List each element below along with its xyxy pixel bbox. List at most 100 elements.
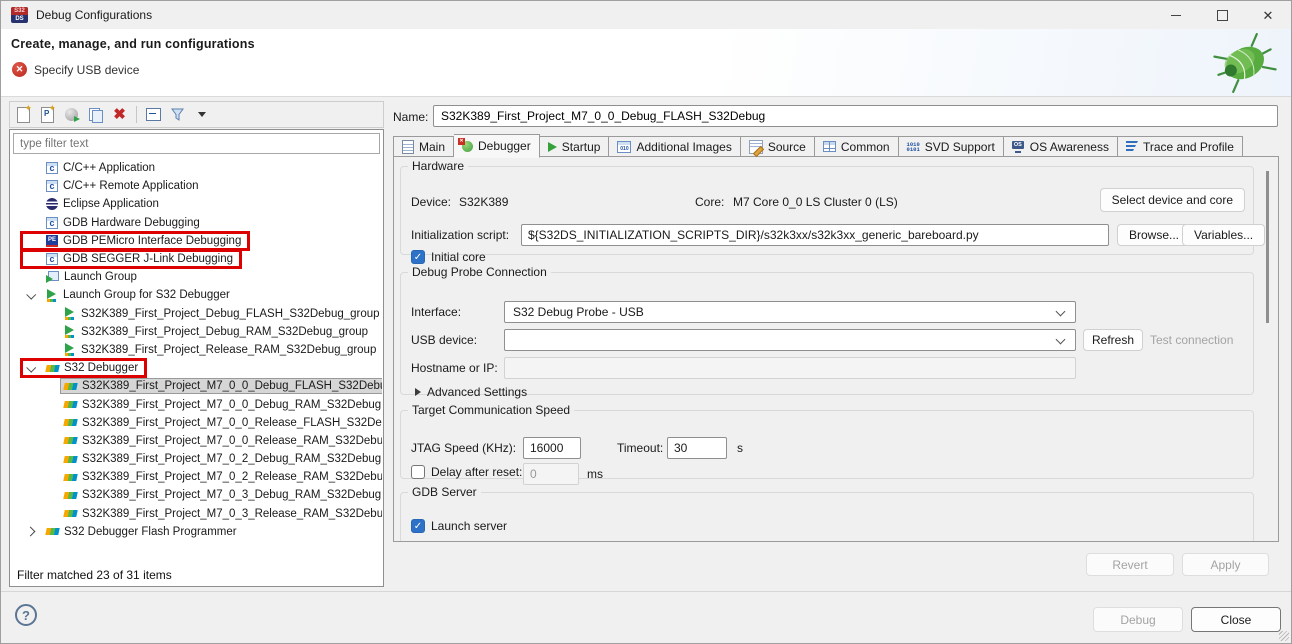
jtag-speed-input[interactable] <box>523 437 581 459</box>
window-title: Debug Configurations <box>36 8 152 22</box>
select-device-and-core-button[interactable]: Select device and core <box>1100 188 1245 212</box>
tree-row[interactable]: S32K389_First_Project_M7_0_0_Release_RAM… <box>10 432 382 450</box>
tree-item-label: Eclipse Application <box>63 198 159 210</box>
tab-additional-images[interactable]: Additional Images <box>609 136 740 157</box>
tab-debugger[interactable]: Debugger <box>454 134 540 158</box>
tree-row[interactable]: Launch Group <box>10 268 382 286</box>
new-launch-configuration-prototype-button[interactable] <box>39 106 56 123</box>
tree-row[interactable]: GDB PEMicro Interface Debugging <box>10 232 382 250</box>
tab-svd-support[interactable]: SVD Support <box>899 136 1004 157</box>
maximize-icon <box>1217 10 1228 21</box>
minimize-button[interactable] <box>1153 1 1199 29</box>
tree-item-label: Launch Group for S32 Debugger <box>63 289 230 301</box>
tree-row[interactable]: S32K389_First_Project_M7_0_3_Debug_RAM_S… <box>10 486 382 504</box>
tab-error-badge <box>458 138 465 145</box>
duplicate-launch-configuration-button[interactable] <box>87 106 104 123</box>
nxp-tree-icon <box>63 456 77 463</box>
tab-label: SVD Support <box>925 140 995 154</box>
export-icon <box>65 108 78 121</box>
tab-common[interactable]: Common <box>815 136 899 157</box>
chevron-right-icon[interactable] <box>22 528 38 535</box>
filter-menu-button[interactable] <box>193 106 210 123</box>
filter-input[interactable] <box>13 133 380 154</box>
timeout-input[interactable] <box>667 437 727 459</box>
nxp-tree-icon <box>63 419 77 426</box>
test-connection-button[interactable]: Test connection <box>1138 329 1245 351</box>
tab-trace-and-profile[interactable]: Trace and Profile <box>1118 136 1243 157</box>
tree-row[interactable]: S32K389_First_Project_Release_RAM_S32Deb… <box>10 341 382 359</box>
s32group-tree-icon <box>64 307 76 320</box>
tab-startup[interactable]: Startup <box>540 136 610 157</box>
content-scrollbar[interactable] <box>1266 171 1269 323</box>
tree-row[interactable]: S32K389_First_Project_M7_0_0_Debug_RAM_S… <box>10 395 382 413</box>
advanced-settings-toggle[interactable]: Advanced Settings <box>415 385 527 399</box>
export-launch-configurations-button[interactable] <box>63 106 80 123</box>
collapse-all-button[interactable] <box>145 106 162 123</box>
launch-server-label: Launch server <box>431 519 507 533</box>
dialog-close-button[interactable]: Close <box>1191 607 1281 632</box>
tree-row[interactable]: S32K389_First_Project_Debug_RAM_S32Debug… <box>10 323 382 341</box>
tree-row[interactable]: S32K389_First_Project_Debug_FLASH_S32Deb… <box>10 305 382 323</box>
collapse-all-icon <box>146 108 161 121</box>
tree-row[interactable]: S32K389_First_Project_M7_0_0_Release_FLA… <box>10 414 382 432</box>
expand-arrow-icon <box>415 388 421 396</box>
new-launch-configuration-button[interactable] <box>15 106 32 123</box>
tree-item-label: GDB SEGGER J-Link Debugging <box>63 253 233 265</box>
close-button[interactable]: ✕ <box>1245 1 1291 29</box>
tree-row[interactable]: S32K389_First_Project_M7_0_3_Release_RAM… <box>10 505 382 523</box>
tree-item-label: S32K389_First_Project_M7_0_3_Release_RAM… <box>82 508 382 520</box>
nxp-tree-icon <box>63 401 77 408</box>
target-communication-speed-group: Target Communication Speed JTAG Speed (K… <box>400 403 1254 479</box>
tree-item-label: GDB Hardware Debugging <box>63 217 200 229</box>
launch-server-checkbox[interactable] <box>411 519 425 533</box>
apply-button[interactable]: Apply <box>1182 553 1269 576</box>
tab-os-awareness[interactable]: OS Awareness <box>1004 136 1118 157</box>
tab-main[interactable]: Main <box>393 136 454 157</box>
tree-row[interactable]: S32K389_First_Project_M7_0_2_Release_RAM… <box>10 468 382 486</box>
c-tree-icon <box>46 253 58 265</box>
browse-button[interactable]: Browse... <box>1117 224 1191 246</box>
refresh-button[interactable]: Refresh <box>1083 329 1143 351</box>
s32group-tree-icon <box>46 289 58 302</box>
tree-row[interactable]: GDB SEGGER J-Link Debugging <box>10 250 382 268</box>
usb-device-select[interactable] <box>504 329 1076 351</box>
tab-label: Trace and Profile <box>1143 140 1234 154</box>
error-icon: ✕ <box>12 62 27 77</box>
help-button[interactable]: ? <box>15 604 37 626</box>
delay-unit: ms <box>587 467 603 481</box>
resize-grip[interactable] <box>1279 631 1289 641</box>
tree-row[interactable]: S32 Debugger Flash Programmer <box>10 523 382 541</box>
maximize-button[interactable] <box>1199 1 1245 29</box>
tree-item-label: S32K389_First_Project_Release_RAM_S32Deb… <box>81 344 376 356</box>
chevron-down-icon[interactable] <box>22 292 38 299</box>
tree-row[interactable]: Eclipse Application <box>10 195 382 213</box>
tab-label: Main <box>419 140 445 154</box>
tree-row[interactable]: C/C++ Application <box>10 159 382 177</box>
filter-launch-configurations-button[interactable] <box>169 106 186 123</box>
initial-core-checkbox[interactable] <box>411 250 425 264</box>
revert-button[interactable]: Revert <box>1086 553 1174 576</box>
debug-button[interactable]: Debug <box>1093 607 1183 632</box>
name-input[interactable] <box>433 105 1278 127</box>
tab-source[interactable]: Source <box>741 136 815 157</box>
nxp-tree-icon <box>45 528 59 535</box>
tree-item-label: S32 Debugger Flash Programmer <box>64 526 237 538</box>
delete-launch-configuration-button[interactable]: ✖ <box>111 106 128 123</box>
interface-label: Interface: <box>411 305 461 319</box>
initialization-script-input[interactable] <box>521 224 1109 246</box>
tab-label: OS Awareness <box>1030 140 1109 154</box>
tree-row[interactable]: C/C++ Remote Application <box>10 177 382 195</box>
tab-label: Source <box>768 140 806 154</box>
tab-label: Common <box>841 140 890 154</box>
delay-after-reset-checkbox[interactable] <box>411 465 425 479</box>
main-tab-icon <box>402 140 414 154</box>
tree-item-label: S32K389_First_Project_M7_0_0_Debug_FLASH… <box>82 380 382 392</box>
tree-row[interactable]: GDB Hardware Debugging <box>10 214 382 232</box>
tree-row[interactable]: S32K389_First_Project_M7_0_2_Debug_RAM_S… <box>10 450 382 468</box>
chevron-down-icon[interactable] <box>22 365 38 372</box>
interface-select[interactable]: S32 Debug Probe - USB <box>504 301 1076 323</box>
tree-row[interactable]: S32 Debugger <box>10 359 382 377</box>
variables-button[interactable]: Variables... <box>1182 224 1265 246</box>
tree-row[interactable]: S32K389_First_Project_M7_0_0_Debug_FLASH… <box>10 377 382 395</box>
tree-row[interactable]: Launch Group for S32 Debugger <box>10 286 382 304</box>
